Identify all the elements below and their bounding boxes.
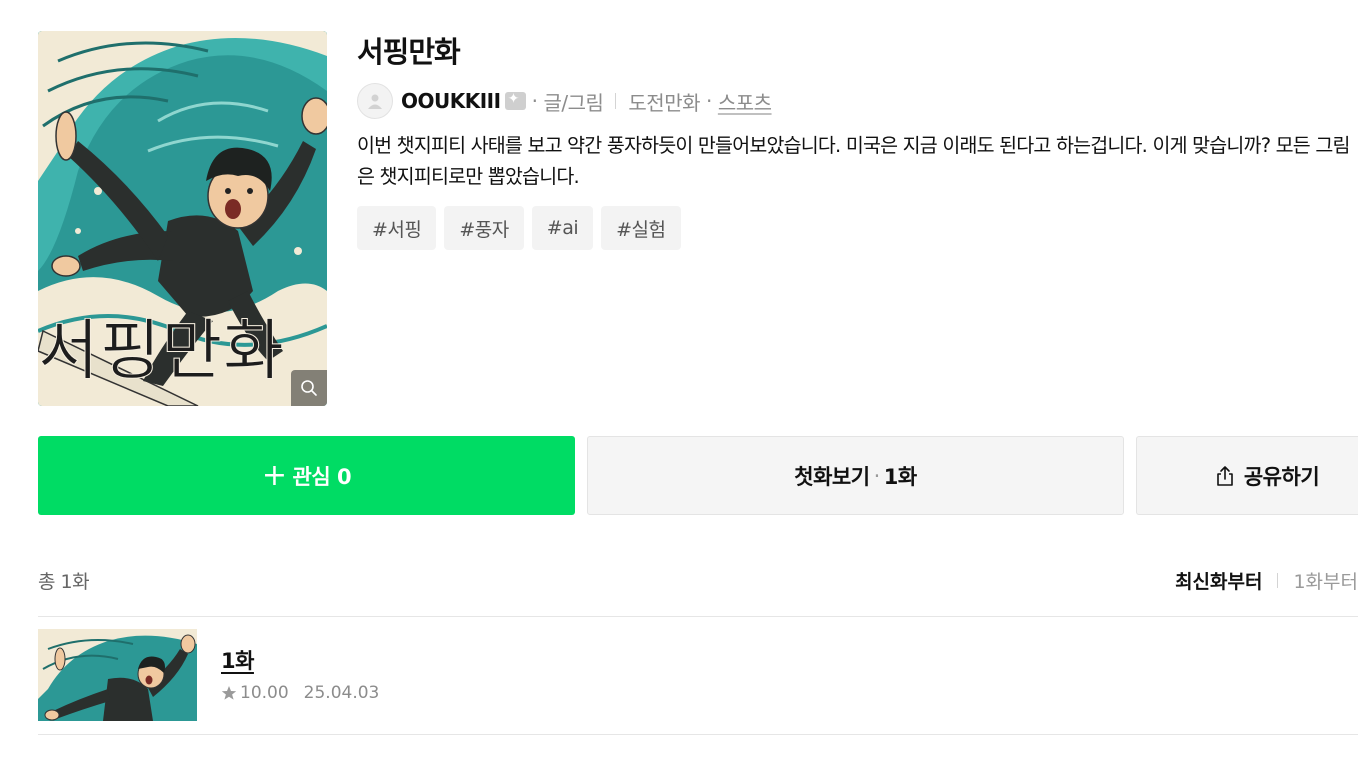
favorite-button[interactable]: + 관심 0 (38, 436, 575, 515)
first-episode-separator: · (873, 463, 881, 488)
series-meta: OOUKKIII · 글/그림 도전만화 · 스포츠 (357, 83, 1352, 119)
favorite-label: 관심 0 (292, 464, 352, 489)
series-title: 서핑만화 (357, 35, 461, 69)
tag-list: #서핑 #풍자 #ai #실험 (357, 206, 1352, 250)
sort-latest-button[interactable]: 최신화부터 (1175, 567, 1262, 594)
series-cover[interactable]: 서핑만화 (38, 31, 327, 406)
episode-thumbnail (38, 629, 197, 721)
share-label: 공유하기 (1243, 464, 1320, 489)
user-icon (368, 94, 382, 109)
series-genre-link[interactable]: 스포츠 (718, 87, 772, 116)
action-bar: + 관심 0 첫화보기 · 1화 공유하기 (38, 436, 1358, 515)
first-episode-label: 첫화보기 (794, 464, 870, 489)
list-divider-bottom (38, 734, 1358, 735)
episode-thumbnail-image (38, 629, 197, 721)
author-name[interactable]: OOUKKIII (401, 89, 501, 113)
episode-total: 총 1화 (38, 570, 90, 593)
episode-title[interactable]: 1화 (221, 645, 379, 675)
cover-title-text: 서핑만화 (38, 318, 285, 384)
author-role: 글/그림 (543, 90, 604, 115)
star-icon (221, 686, 237, 700)
first-episode-number: 1화 (883, 464, 917, 489)
series-category: 도전만화 (628, 90, 700, 115)
tag-surfing[interactable]: #서핑 (357, 206, 437, 250)
first-episode-button[interactable]: 첫화보기 · 1화 (587, 436, 1124, 515)
episode-info: 1화 10.00 25.04.03 (221, 645, 379, 703)
search-icon (301, 380, 317, 396)
episode-row[interactable]: 1화 10.00 25.04.03 (38, 617, 1358, 734)
author-avatar[interactable] (357, 83, 393, 119)
episode-date: 25.04.03 (303, 683, 380, 703)
plus-icon: + (261, 457, 287, 493)
tag-ai[interactable]: #ai (531, 206, 594, 250)
sort-first-button[interactable]: 1화부터 (1293, 567, 1358, 594)
series-description: 이번 챗지피티 사태를 보고 약간 풍자하듯이 만들어보았습니다. 미국은 지금… (357, 134, 1350, 188)
episode-list-header: 총 1화 최신화부터 1화부터 (38, 556, 1358, 604)
episode-rating: 10.00 (240, 683, 289, 703)
meta-divider (615, 93, 617, 109)
webtoon-detail-page: 서핑만화 서핑만화 OOUKKIII · 글/그림 도전만화 · 스 (0, 0, 1358, 762)
tag-satire[interactable]: #풍자 (444, 206, 524, 250)
meta-dot: · (706, 89, 712, 113)
meta-dot: · (531, 89, 538, 113)
series-info: 서핑만화 OOUKKIII · 글/그림 도전만화 · 스포츠 이번 챗지피티 … (357, 31, 1352, 250)
author-badge-icon (504, 91, 526, 110)
tag-experiment[interactable]: #실험 (601, 206, 681, 250)
sort-options: 최신화부터 1화부터 (1175, 567, 1358, 594)
cover-zoom-button[interactable] (291, 370, 327, 406)
sort-divider (1277, 572, 1279, 588)
share-icon (1217, 465, 1233, 486)
share-button[interactable]: 공유하기 (1136, 436, 1358, 515)
episode-meta: 10.00 25.04.03 (221, 683, 379, 703)
